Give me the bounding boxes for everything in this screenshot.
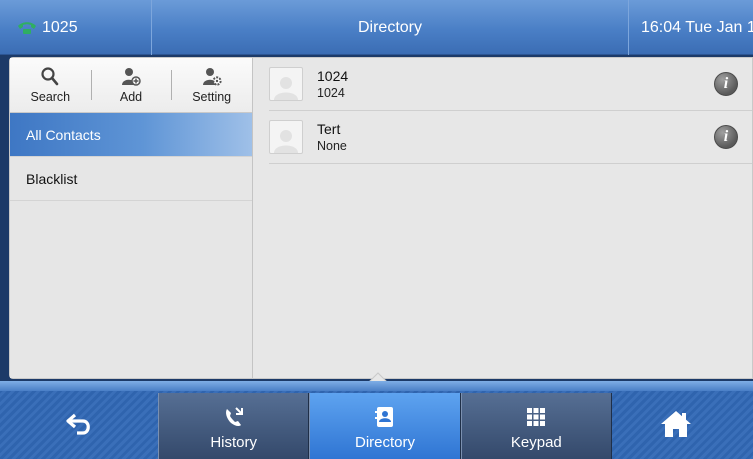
avatar [269, 67, 303, 101]
add-contact-icon [122, 68, 141, 86]
tab-label: Directory [354, 434, 415, 451]
contact-name: Tert [317, 120, 341, 137]
add-contact-button[interactable]: Add [90, 58, 172, 112]
avatar [269, 120, 303, 154]
sidebar-item-label: All Contacts [26, 126, 101, 143]
line-indicator[interactable]: 1025 [0, 0, 152, 55]
sidebar: Search Add Setting All Contacts Blacklis… [10, 58, 253, 378]
status-bar: 1025 Directory 16:04 Tue Jan 13 [0, 0, 753, 55]
line-label: 1025 [42, 18, 78, 36]
history-icon [225, 407, 243, 427]
contact-number: None [317, 138, 347, 153]
setting-label: Setting [192, 90, 232, 104]
clock: 16:04 Tue Jan 13 [628, 0, 753, 55]
home-icon [661, 411, 691, 437]
sidebar-item-all-contacts[interactable]: All Contacts [10, 113, 252, 157]
sidebar-toolbar: Search Add Setting [10, 58, 252, 113]
avatar-placeholder-icon [274, 77, 298, 100]
bottom-bar: History Directory Keypad [0, 381, 753, 459]
back-icon [66, 413, 90, 435]
sidebar-item-blacklist[interactable]: Blacklist [10, 157, 252, 201]
directory-icon [374, 407, 393, 427]
phone-icon [18, 21, 36, 34]
tab-directory[interactable]: Directory [309, 393, 461, 459]
contact-setting-icon [202, 68, 222, 86]
list-item[interactable]: 1024 1024 i [269, 58, 752, 111]
info-icon[interactable]: i [714, 72, 738, 96]
setting-button[interactable]: Setting [171, 58, 252, 112]
search-icon [41, 67, 59, 86]
page-title: Directory [357, 18, 422, 36]
tab-label: Keypad [510, 434, 562, 451]
contact-number: 1024 [317, 85, 345, 100]
avatar-placeholder-icon [274, 130, 298, 153]
info-icon[interactable]: i [714, 125, 738, 149]
home-button[interactable] [654, 407, 698, 441]
tab-label: History [210, 434, 257, 451]
search-button[interactable]: Search [10, 58, 91, 112]
contact-name: 1024 [317, 67, 349, 84]
back-button[interactable] [58, 409, 102, 439]
search-label: Search [30, 90, 71, 104]
keypad-icon [527, 408, 546, 426]
contact-list: 1024 1024 i Tert None i [254, 58, 752, 378]
list-item[interactable]: Tert None i [269, 111, 752, 164]
tab-history[interactable]: History [158, 393, 310, 459]
sidebar-item-label: Blacklist [26, 170, 78, 187]
tab-keypad[interactable]: Keypad [460, 393, 612, 459]
add-label: Add [119, 90, 143, 104]
main-panel: Search Add Setting All Contacts Blacklis… [9, 57, 753, 379]
bottom-tabs: History Directory Keypad [158, 393, 612, 459]
